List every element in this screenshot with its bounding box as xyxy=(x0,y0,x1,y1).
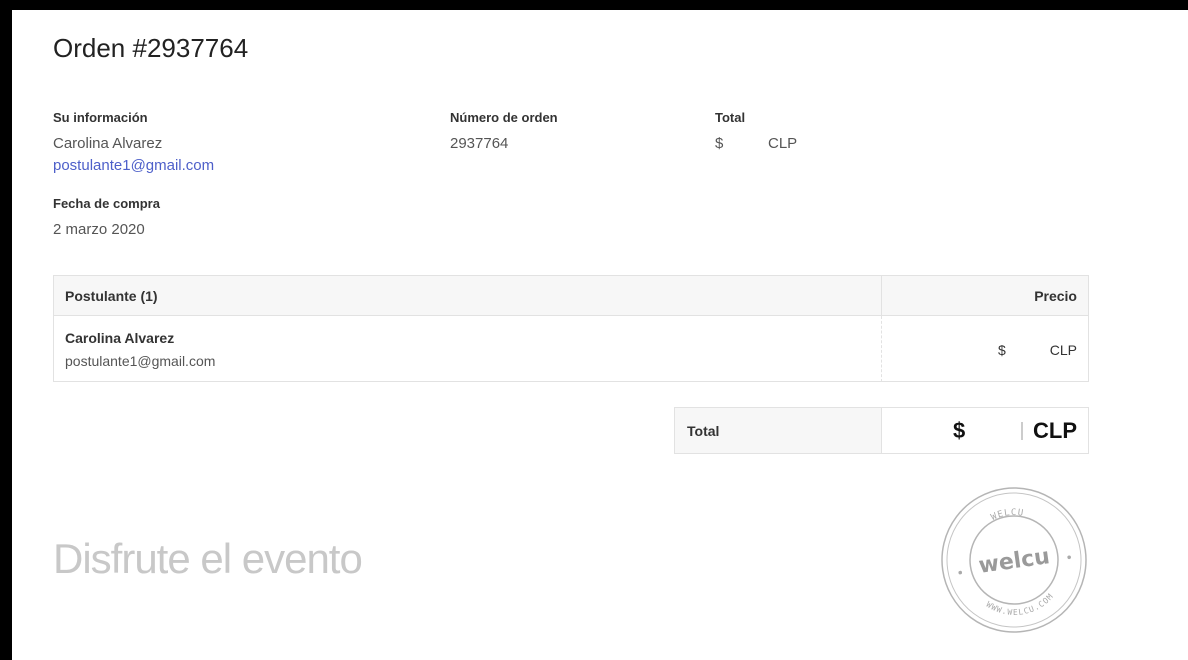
purchase-date-label: Fecha de compra xyxy=(53,196,160,211)
total-label: Total xyxy=(715,110,746,125)
info-label: Su información xyxy=(53,110,148,125)
row-price-currency: CLP xyxy=(1049,342,1077,358)
grand-total-label: Total xyxy=(687,423,720,439)
page-title: Orden #2937764 xyxy=(53,33,249,63)
grand-total-symbol: $ xyxy=(953,418,966,443)
column-divider-dashed xyxy=(881,316,882,382)
svg-text:welcu: welcu xyxy=(977,544,1051,579)
attendee-table: Postulante (1) Precio Carolina Alvarez p… xyxy=(53,275,1089,382)
order-number-label: Número de orden xyxy=(450,110,558,125)
row-price-symbol: $ xyxy=(998,342,1006,358)
total-currency: CLP xyxy=(768,135,798,152)
grand-total-box: Total $ CLP xyxy=(674,407,1089,454)
customer-name: Carolina Alvarez xyxy=(53,135,163,152)
table-header xyxy=(54,276,1088,316)
grand-total-currency: CLP xyxy=(1033,418,1077,443)
svg-text:WELCU: WELCU xyxy=(989,506,1026,523)
grand-total-redaction xyxy=(1021,422,1023,440)
attendee-name: Carolina Alvarez xyxy=(65,330,175,346)
column-divider xyxy=(881,276,882,316)
table-header-price: Precio xyxy=(1034,288,1077,304)
welcu-stamp-logo: WELCU WWW.WELCU.COM welcu xyxy=(941,487,1087,633)
customer-email-link[interactable]: postulante1@gmail.com xyxy=(53,157,214,174)
purchase-date-value: 2 marzo 2020 xyxy=(53,221,145,238)
attendee-email: postulante1@gmail.com xyxy=(65,353,216,369)
svg-text:WWW.WELCU.COM: WWW.WELCU.COM xyxy=(984,591,1058,622)
table-header-attendee: Postulante (1) xyxy=(65,288,158,304)
order-page: Orden #2937764 Su información Carolina A… xyxy=(12,10,1188,660)
order-number-value: 2937764 xyxy=(450,135,509,152)
enjoy-message: Disfrute el evento xyxy=(53,535,363,582)
total-currency-symbol: $ xyxy=(715,135,724,152)
